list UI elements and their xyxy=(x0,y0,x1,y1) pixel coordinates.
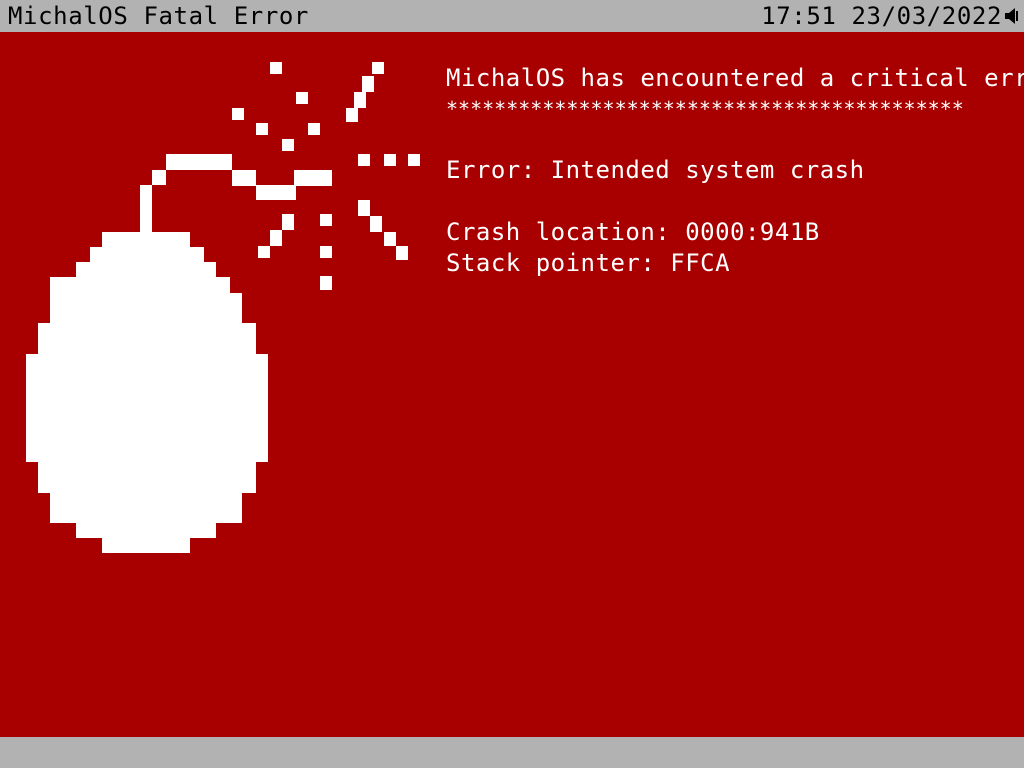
separator-line: ****************************************… xyxy=(446,97,964,121)
top-status-bar: MichalOS Fatal Error 17:51 23/03/2022 xyxy=(0,0,1024,32)
stack-pointer: Stack pointer: FFCA xyxy=(446,249,731,277)
error-message: Error: Intended system crash xyxy=(446,156,865,184)
window-title: MichalOS Fatal Error xyxy=(8,2,309,30)
error-headline: MichalOS has encountered a critical erro… xyxy=(446,64,1024,92)
clock-date: 23/03/2022 xyxy=(851,2,1002,30)
speaker-icon[interactable] xyxy=(1004,7,1020,25)
bottom-status-bar xyxy=(0,737,1024,768)
clock-time: 17:51 xyxy=(761,2,837,30)
clock: 17:51 23/03/2022 xyxy=(761,3,1002,29)
fatal-error-screen: MichalOS Fatal Error 17:51 23/03/2022 Mi… xyxy=(0,0,1024,768)
bomb-icon xyxy=(26,62,420,553)
crash-location: Crash location: 0000:941B xyxy=(446,218,820,246)
